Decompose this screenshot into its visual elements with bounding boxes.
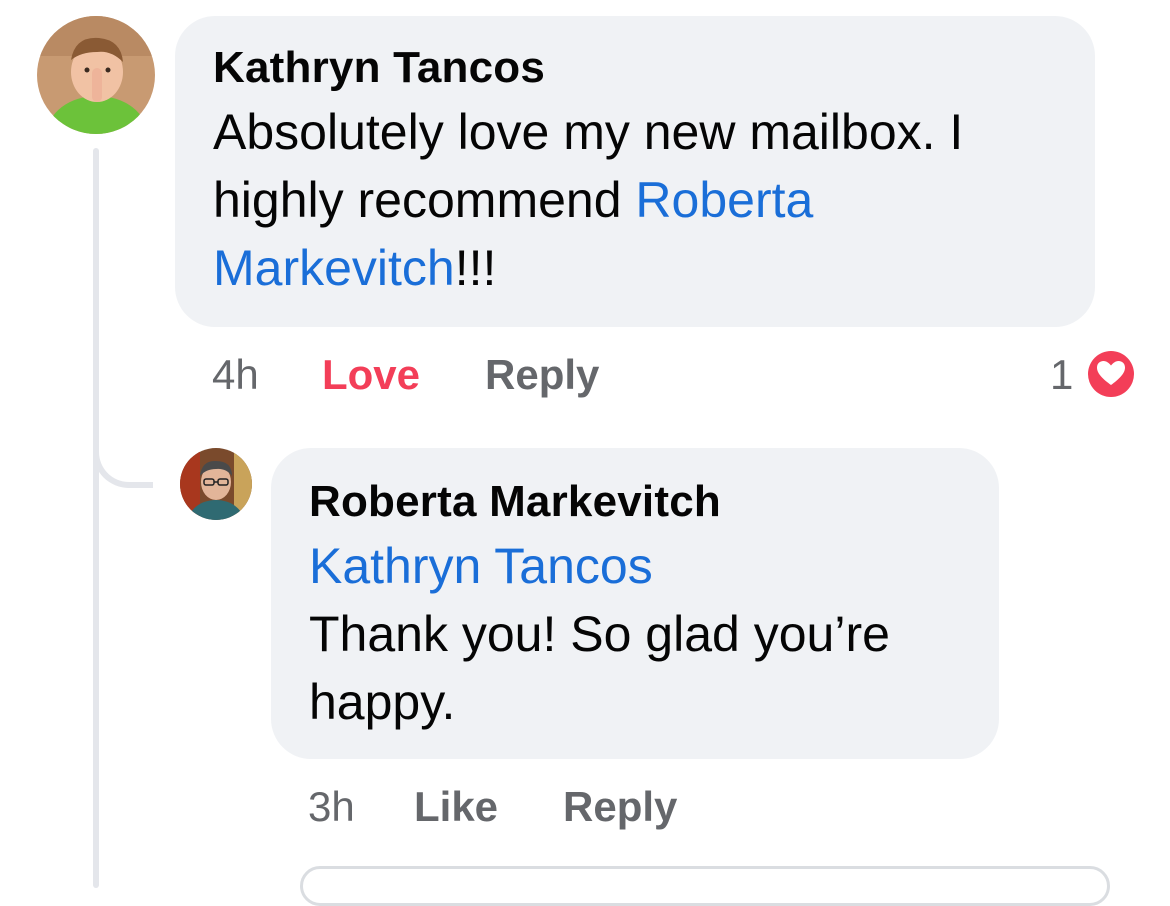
love-reaction-badge[interactable]	[1086, 349, 1136, 399]
comment-timestamp[interactable]: 4h	[212, 350, 259, 400]
heart-icon	[1088, 351, 1134, 397]
comment-love-button[interactable]: Love	[322, 350, 420, 400]
reply-author[interactable]: Roberta Markevitch	[309, 472, 961, 532]
replier-avatar[interactable]	[180, 448, 252, 520]
comment-text: Absolutely love my new mailbox. I highly…	[213, 98, 1057, 302]
reply-like-button[interactable]: Like	[414, 782, 498, 832]
reply-mention-link[interactable]: Kathryn Tancos	[309, 532, 961, 600]
comment-bubble: Kathryn Tancos Absolutely love my new ma…	[175, 16, 1095, 327]
comment-reply-button[interactable]: Reply	[485, 350, 599, 400]
reaction-count[interactable]: 1	[1050, 350, 1073, 400]
comment-text-end: !!!	[454, 240, 497, 296]
reply-text: Thank you! So glad you’re happy.	[309, 606, 890, 730]
commenter-avatar[interactable]	[37, 16, 155, 134]
reply-bubble: Roberta Markevitch Kathryn Tancos Thank …	[271, 448, 999, 759]
reply-timestamp[interactable]: 3h	[308, 782, 355, 832]
thread-line	[93, 148, 99, 888]
reply-reply-button[interactable]: Reply	[563, 782, 677, 832]
thread-connector	[93, 420, 153, 488]
comment-author[interactable]: Kathryn Tancos	[213, 38, 1057, 98]
comment-text-start: Absolutely love my new mailbox. I highly…	[213, 104, 964, 228]
next-comment-edge	[300, 866, 1110, 906]
child-photo-avatar-icon	[37, 16, 155, 134]
person-with-glasses-avatar-icon	[180, 448, 252, 520]
